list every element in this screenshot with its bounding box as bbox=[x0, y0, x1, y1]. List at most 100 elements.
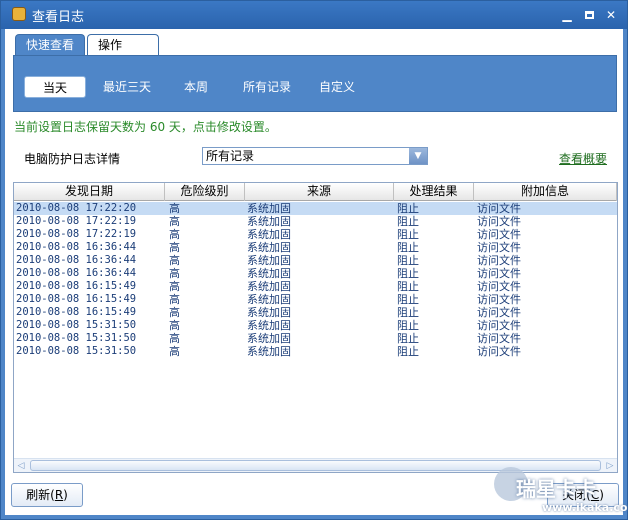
cell-extra-info: 访问文件 bbox=[477, 293, 521, 306]
cell-date: 2010-08-08 16:36:44 bbox=[16, 254, 137, 266]
cell-risk-level: 高 bbox=[169, 241, 180, 254]
cell-date: 2010-08-08 17:22:19 bbox=[16, 215, 137, 227]
cell-source: 系统加固 bbox=[247, 319, 291, 332]
cell-date: 2010-08-08 16:15:49 bbox=[16, 306, 137, 318]
cell-source: 系统加固 bbox=[247, 241, 291, 254]
cell-risk-level: 高 bbox=[169, 267, 180, 280]
cell-source: 系统加固 bbox=[247, 215, 291, 228]
column-header-risk-level[interactable]: 危险级别 bbox=[165, 183, 245, 201]
refresh-button-label: 刷新 bbox=[26, 488, 51, 502]
cell-result: 阻止 bbox=[397, 319, 419, 332]
log-table: 发现日期 危险级别 来源 处理结果 附加信息 2010-08-08 17:22:… bbox=[13, 182, 618, 473]
cell-source: 系统加固 bbox=[247, 345, 291, 358]
cell-result: 阻止 bbox=[397, 228, 419, 241]
cell-risk-level: 高 bbox=[169, 202, 180, 215]
cell-risk-level: 高 bbox=[169, 254, 180, 267]
cell-date: 2010-08-08 16:15:49 bbox=[16, 280, 137, 292]
table-row[interactable]: 2010-08-08 16:36:44 高 系统加固 阻止 访问文件 bbox=[14, 267, 617, 280]
minimize-icon[interactable]: ▁ bbox=[559, 7, 575, 23]
filter-this-week-button[interactable]: 本周 bbox=[184, 76, 208, 98]
cell-result: 阻止 bbox=[397, 267, 419, 280]
cell-source: 系统加固 bbox=[247, 267, 291, 280]
cell-risk-level: 高 bbox=[169, 306, 180, 319]
cell-source: 系统加固 bbox=[247, 332, 291, 345]
tab-quick-view[interactable]: 快速查看 bbox=[15, 34, 85, 56]
refresh-button[interactable]: 刷新(R) bbox=[11, 483, 83, 507]
window-body: 快速查看 操作 当天 最近三天 本周 所有记录 自定义 当前设置日志保留天数为 … bbox=[5, 29, 623, 515]
cell-source: 系统加固 bbox=[247, 254, 291, 267]
scroll-left-icon[interactable]: ◁ bbox=[14, 459, 28, 472]
table-row[interactable]: 2010-08-08 16:15:49 高 系统加固 阻止 访问文件 bbox=[14, 306, 617, 319]
cell-extra-info: 访问文件 bbox=[477, 215, 521, 228]
table-row[interactable]: 2010-08-08 16:15:49 高 系统加固 阻止 访问文件 bbox=[14, 280, 617, 293]
filter-panel: 当天 最近三天 本周 所有记录 自定义 bbox=[13, 55, 617, 112]
cell-result: 阻止 bbox=[397, 241, 419, 254]
cell-risk-level: 高 bbox=[169, 332, 180, 345]
close-button-label: 关闭 bbox=[562, 488, 587, 502]
table-row[interactable]: 2010-08-08 17:22:20 高 系统加固 阻止 访问文件 bbox=[14, 202, 617, 215]
cell-result: 阻止 bbox=[397, 254, 419, 267]
cell-date: 2010-08-08 15:31:50 bbox=[16, 319, 137, 331]
title-bar: 查看日志 ▁ ✕ bbox=[1, 1, 627, 29]
table-row[interactable]: 2010-08-08 16:36:44 高 系统加固 阻止 访问文件 bbox=[14, 254, 617, 267]
cell-result: 阻止 bbox=[397, 215, 419, 228]
cell-source: 系统加固 bbox=[247, 280, 291, 293]
view-summary-link[interactable]: 查看概要 bbox=[559, 150, 607, 167]
table-row[interactable]: 2010-08-08 15:31:50 高 系统加固 阻止 访问文件 bbox=[14, 319, 617, 332]
refresh-shortcut-key: R bbox=[54, 488, 64, 502]
retention-notice-link[interactable]: 当前设置日志保留天数为 60 天，点击修改设置。 bbox=[14, 118, 277, 135]
table-row[interactable]: 2010-08-08 17:22:19 高 系统加固 阻止 访问文件 bbox=[14, 228, 617, 241]
filter-custom-button[interactable]: 自定义 bbox=[319, 76, 355, 98]
cell-source: 系统加固 bbox=[247, 293, 291, 306]
table-row[interactable]: 2010-08-08 17:22:19 高 系统加固 阻止 访问文件 bbox=[14, 215, 617, 228]
column-header-source[interactable]: 来源 bbox=[245, 183, 394, 201]
cell-risk-level: 高 bbox=[169, 293, 180, 306]
cell-date: 2010-08-08 15:31:50 bbox=[16, 332, 137, 344]
log-viewer-window: 查看日志 ▁ ✕ 快速查看 操作 当天 最近三天 本周 所有记录 自定义 当前设… bbox=[0, 0, 628, 520]
cell-extra-info: 访问文件 bbox=[477, 280, 521, 293]
tab-operations[interactable]: 操作 bbox=[87, 34, 159, 56]
cell-extra-info: 访问文件 bbox=[477, 241, 521, 254]
maximize-icon[interactable] bbox=[581, 7, 597, 23]
cell-extra-info: 访问文件 bbox=[477, 254, 521, 267]
cell-risk-level: 高 bbox=[169, 215, 180, 228]
column-header-date[interactable]: 发现日期 bbox=[14, 183, 165, 201]
cell-risk-level: 高 bbox=[169, 345, 180, 358]
cell-source: 系统加固 bbox=[247, 306, 291, 319]
filter-today-button[interactable]: 当天 bbox=[24, 76, 86, 98]
cell-risk-level: 高 bbox=[169, 319, 180, 332]
scrollbar-thumb[interactable] bbox=[30, 460, 601, 471]
scroll-right-icon[interactable]: ▷ bbox=[603, 459, 617, 472]
column-header-result[interactable]: 处理结果 bbox=[394, 183, 474, 201]
close-button[interactable]: 关闭(C) bbox=[547, 483, 619, 507]
cell-date: 2010-08-08 16:36:44 bbox=[16, 267, 137, 279]
horizontal-scrollbar[interactable]: ◁ ▷ bbox=[14, 458, 617, 472]
column-header-extra-info[interactable]: 附加信息 bbox=[474, 183, 617, 201]
table-row[interactable]: 2010-08-08 16:15:49 高 系统加固 阻止 访问文件 bbox=[14, 293, 617, 306]
table-header: 发现日期 危险级别 来源 处理结果 附加信息 bbox=[14, 183, 617, 201]
cell-date: 2010-08-08 17:22:20 bbox=[16, 202, 137, 214]
log-type-select[interactable]: 所有记录 ▼ bbox=[202, 147, 428, 165]
cell-extra-info: 访问文件 bbox=[477, 228, 521, 241]
cell-date: 2010-08-08 16:36:44 bbox=[16, 241, 137, 253]
cell-date: 2010-08-08 16:15:49 bbox=[16, 293, 137, 305]
table-row[interactable]: 2010-08-08 15:31:50 高 系统加固 阻止 访问文件 bbox=[14, 332, 617, 345]
cell-result: 阻止 bbox=[397, 345, 419, 358]
cell-extra-info: 访问文件 bbox=[477, 202, 521, 215]
filter-all-records-button[interactable]: 所有记录 bbox=[243, 76, 291, 98]
table-body: 2010-08-08 17:22:20 高系统加固 阻止 访问文件 2010-08-08… bbox=[14, 202, 617, 358]
cell-result: 阻止 bbox=[397, 306, 419, 319]
cell-risk-level: 高 bbox=[169, 280, 180, 293]
log-type-select-value: 所有记录 bbox=[206, 149, 255, 163]
close-icon[interactable]: ✕ bbox=[603, 7, 619, 23]
dropdown-arrow-icon[interactable]: ▼ bbox=[409, 148, 427, 164]
cell-risk-level: 高 bbox=[169, 228, 180, 241]
log-details-label: 电脑防护日志详情 bbox=[24, 152, 121, 166]
window-title: 查看日志 bbox=[32, 10, 85, 25]
table-row[interactable]: 2010-08-08 15:31:50 高 系统加固 阻止 访问文件 bbox=[14, 345, 617, 358]
cell-extra-info: 访问文件 bbox=[477, 332, 521, 345]
filter-last-three-days-button[interactable]: 最近三天 bbox=[103, 76, 151, 98]
cell-extra-info: 访问文件 bbox=[477, 345, 521, 358]
close-shortcut-key: C bbox=[590, 488, 600, 502]
table-row[interactable]: 2010-08-08 16:36:44 高 系统加固 阻止 访问文件 bbox=[14, 241, 617, 254]
